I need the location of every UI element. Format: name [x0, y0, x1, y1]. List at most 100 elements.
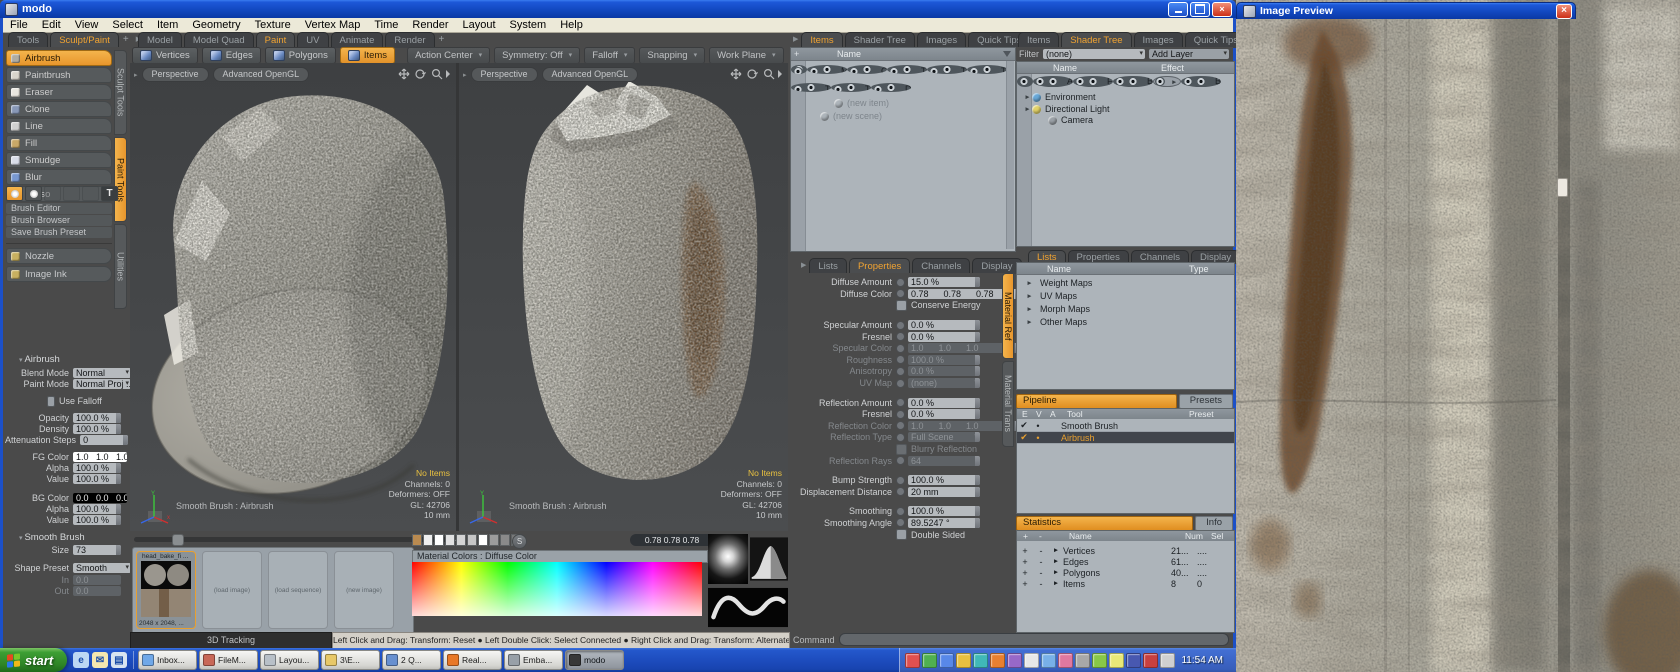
taskbar-window-button[interactable]: Inbox... — [138, 650, 197, 670]
pipeline-tool-row[interactable]: ✔ • Smooth Brush — [1017, 420, 1234, 432]
toolbar-dropdown[interactable]: Symmetry: Off▾ — [494, 47, 580, 64]
tool-category-tab[interactable]: Paint Tools — [114, 137, 127, 222]
envelope-icon[interactable] — [896, 507, 905, 516]
paint-tool-button[interactable]: Eraser — [6, 84, 112, 100]
shader-layer-row[interactable]: Alpha Output Alpha — [1033, 76, 1073, 88]
scene-item-row[interactable]: (new item) — [791, 97, 1007, 110]
tray-icon[interactable] — [1058, 653, 1073, 668]
tray-icon[interactable] — [922, 653, 937, 668]
remove-selection-button[interactable]: - — [1033, 557, 1049, 567]
envelope-icon[interactable] — [896, 367, 905, 376]
envelope-icon[interactable] — [896, 289, 905, 298]
taskbar-window-button[interactable]: Layou... — [260, 650, 319, 670]
items-scrollbar[interactable] — [1006, 61, 1014, 249]
panel-tab[interactable]: Display — [972, 258, 1021, 274]
minimize-button[interactable] — [1168, 2, 1188, 17]
selection-mode-button[interactable]: Vertices — [132, 47, 198, 64]
info-tab[interactable]: Info — [1195, 516, 1233, 531]
eye-icon[interactable] — [849, 67, 859, 74]
size-input[interactable]: 73 — [73, 545, 121, 555]
statistics-row[interactable]: + - ► Polygons 40... .... — [1017, 567, 1234, 578]
preview-close-button[interactable]: × — [1556, 4, 1572, 19]
expander-icon[interactable]: ► — [1025, 303, 1034, 316]
remove-selection-button[interactable]: - — [1033, 546, 1049, 556]
start-button[interactable]: start — [0, 648, 67, 672]
tray-icon[interactable] — [1007, 653, 1022, 668]
title-bar[interactable]: modo × — [0, 0, 1236, 18]
property-input[interactable]: 20 mm▾ — [908, 487, 980, 497]
preview-title-bar[interactable]: Image Preview × — [1236, 2, 1576, 19]
tray-icon[interactable] — [1041, 653, 1056, 668]
property-checkbox[interactable] — [896, 529, 907, 540]
selection-mode-button[interactable]: Edges — [202, 47, 261, 64]
envelope-icon[interactable] — [896, 344, 905, 353]
viewport-nav-icons[interactable] — [730, 68, 782, 80]
scene-item-row[interactable]: Mesh — [807, 65, 847, 74]
color-swatch[interactable] — [445, 534, 455, 546]
expander-icon[interactable]: ► — [1023, 104, 1032, 116]
palette-tab[interactable]: Tools — [8, 32, 48, 48]
vertex-map-row[interactable]: ► Weight Maps — [1017, 277, 1234, 290]
brush-tip-preset-button[interactable] — [63, 186, 80, 201]
property-row[interactable]: Reflection Color 1.0 1.0 1.0▾ 1.0 1.0 1.… — [794, 421, 998, 432]
taskbar-window-button[interactable]: Emba... — [504, 650, 563, 670]
image-thumbnail[interactable]: (load sequence) — [268, 551, 328, 629]
add-selection-button[interactable]: + — [1017, 546, 1033, 556]
expander-icon[interactable]: ► — [1049, 547, 1063, 554]
tray-icon[interactable] — [990, 653, 1005, 668]
brush-tip-preset-button[interactable] — [44, 186, 61, 201]
enable-checkmark[interactable]: ✔ — [1017, 432, 1031, 443]
statistics-row[interactable]: + - ► Vertices 21... .... — [1017, 545, 1234, 556]
tray-icon[interactable] — [1075, 653, 1090, 668]
color-swatch[interactable] — [500, 534, 510, 546]
taskbar-window-button[interactable]: modo — [565, 650, 624, 670]
scene-item-row[interactable]: Camera — [847, 65, 887, 74]
property-checkbox[interactable] — [896, 444, 907, 455]
visible-dot[interactable]: • — [1031, 433, 1045, 443]
shape-preset-dropdown[interactable]: Smooth▾ — [73, 563, 131, 573]
viewport-3d-right[interactable]: ▸ Perspective Advanced OpenGL No Items C… — [459, 63, 788, 531]
tray-icon[interactable] — [1024, 653, 1039, 668]
property-input[interactable]: 0.0 %▾ — [908, 409, 980, 419]
eye-icon[interactable] — [1183, 77, 1193, 86]
menu-item[interactable]: Time — [367, 18, 405, 32]
quick-launch-icon[interactable]: ✉ — [92, 652, 108, 668]
tool-category-tab[interactable]: Sculpt Tools — [114, 50, 127, 135]
menu-item[interactable]: Vertex Map — [298, 18, 368, 32]
add-layer-button[interactable]: Add Layer▾ — [1149, 49, 1229, 59]
toolbar-dropdown[interactable]: Snapping▾ — [639, 47, 705, 64]
menu-item[interactable]: View — [68, 18, 106, 32]
panel-tab[interactable]: Shader Tree — [1061, 32, 1131, 48]
property-row[interactable]: Displacement Distance 20 mm▾ 20 mm — [794, 487, 998, 498]
enable-checkmark[interactable]: ✔ — [1017, 420, 1031, 431]
extra-tool-button[interactable]: Nozzle — [6, 248, 112, 264]
paint-tool-button[interactable]: Paintbrush — [6, 67, 112, 83]
shader-layer-row[interactable]: ► Directional Light — [1017, 104, 1234, 116]
property-row[interactable]: ▾ — [794, 467, 998, 474]
property-row[interactable]: Reflection Type Full Scene▾ Full Scene — [794, 432, 998, 443]
viewport-shading-button[interactable]: Advanced OpenGL — [542, 67, 639, 82]
scrollbar-thumb[interactable] — [172, 534, 184, 546]
taskbar-window-button[interactable]: 2 Q... — [382, 650, 441, 670]
menu-item[interactable]: Edit — [35, 18, 68, 32]
scene-item-row[interactable]: Texture: Image: head_bake_final_02d (5) — [791, 83, 831, 92]
menu-item[interactable]: Help — [553, 18, 590, 32]
sort-icon[interactable] — [1003, 51, 1011, 57]
taskbar-clock[interactable]: 11:54 AM — [1177, 655, 1231, 666]
statistics-row[interactable]: + - ► Items 8 0 — [1017, 578, 1234, 589]
viewport-menu-arrow-icon[interactable]: ▸ — [134, 71, 138, 79]
vertex-map-row[interactable]: ► Morph Maps — [1017, 303, 1234, 316]
tray-icon[interactable] — [905, 653, 920, 668]
visible-dot[interactable]: • — [1031, 421, 1045, 431]
hard-brush-tip-button[interactable] — [25, 186, 42, 201]
eye-icon[interactable] — [1155, 77, 1165, 86]
envelope-icon[interactable] — [896, 433, 905, 442]
eye-icon[interactable] — [873, 85, 883, 92]
panel-tab[interactable]: Channels — [912, 258, 970, 274]
color-swatch[interactable] — [489, 534, 499, 546]
remove-selection-button[interactable]: - — [1033, 568, 1049, 578]
bg-color-field[interactable]: 0.0 0.0 0.0 — [73, 493, 127, 503]
property-checkbox[interactable] — [896, 300, 907, 311]
shader-layer-row[interactable]: ► (defaultMat) — [1153, 76, 1181, 88]
envelope-icon[interactable] — [896, 518, 905, 527]
